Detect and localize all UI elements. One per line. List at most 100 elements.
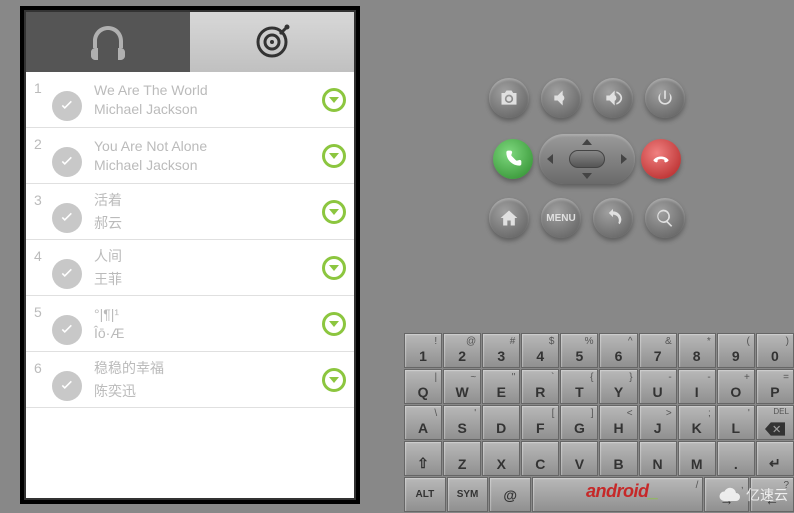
key-q[interactable]: Q|: [404, 369, 442, 404]
key-r[interactable]: R`: [521, 369, 559, 404]
key-c[interactable]: C: [521, 441, 559, 476]
phone-frame: 1 We Are The World Michael Jackson 2 You…: [20, 6, 360, 504]
dpad-right[interactable]: [621, 154, 627, 164]
key-n[interactable]: N: [639, 441, 677, 476]
checkmark-icon[interactable]: [52, 203, 82, 233]
song-item[interactable]: 5 °|¶|¹ Îō·Æ: [26, 296, 354, 352]
key-j[interactable]: J>: [639, 405, 677, 440]
back-button[interactable]: [593, 198, 633, 238]
key-⇧[interactable]: ⇧: [404, 441, 442, 476]
back-icon: [603, 208, 623, 228]
key-g[interactable]: G]: [560, 405, 598, 440]
search-icon: [655, 208, 675, 228]
checkmark-icon[interactable]: [52, 147, 82, 177]
key-h[interactable]: H<: [599, 405, 637, 440]
checkmark-icon[interactable]: [52, 91, 82, 121]
song-title: We Are The World: [94, 82, 322, 98]
key-v[interactable]: V: [560, 441, 598, 476]
key-i[interactable]: I-: [678, 369, 716, 404]
call-button[interactable]: [493, 139, 533, 179]
expand-button[interactable]: [322, 88, 346, 112]
song-info: 稳稳的幸福 陈奕迅: [94, 358, 322, 401]
song-info: 活着 郝云: [94, 190, 322, 233]
dpad-left[interactable]: [547, 154, 553, 164]
key-w[interactable]: W~: [443, 369, 481, 404]
checkmark-icon[interactable]: [52, 371, 82, 401]
camera-button[interactable]: [489, 78, 529, 118]
song-info: You Are Not Alone Michael Jackson: [94, 138, 322, 173]
key-4[interactable]: 4$: [521, 333, 559, 368]
key-x[interactable]: X: [482, 441, 520, 476]
key-1[interactable]: 1!: [404, 333, 442, 368]
key-d[interactable]: D: [482, 405, 520, 440]
song-info: 人间 王菲: [94, 246, 322, 289]
key-t[interactable]: T{: [560, 369, 598, 404]
song-number: 3: [34, 190, 52, 208]
checkmark-icon[interactable]: [52, 259, 82, 289]
song-item[interactable]: 4 人间 王菲: [26, 240, 354, 296]
song-item[interactable]: 2 You Are Not Alone Michael Jackson: [26, 128, 354, 184]
expand-button[interactable]: [322, 312, 346, 336]
volume-up-button[interactable]: [593, 78, 633, 118]
home-button[interactable]: [489, 198, 529, 238]
volume-down-button[interactable]: [541, 78, 581, 118]
menu-button[interactable]: MENU: [541, 198, 581, 238]
dpad-up[interactable]: [582, 139, 592, 145]
key-k[interactable]: K;: [678, 405, 716, 440]
android-brand: android_: [586, 481, 658, 502]
key-o[interactable]: O+: [717, 369, 755, 404]
key-6[interactable]: 6^: [599, 333, 637, 368]
key-p[interactable]: P=: [756, 369, 794, 404]
key-sym[interactable]: SYM: [447, 477, 489, 512]
power-button[interactable]: [645, 78, 685, 118]
song-number: 4: [34, 246, 52, 264]
key-.[interactable]: .: [717, 441, 755, 476]
key-↵[interactable]: ↵: [756, 441, 794, 476]
key-y[interactable]: Y}: [599, 369, 637, 404]
headphones-icon: [88, 24, 128, 60]
dpad[interactable]: [539, 134, 635, 184]
song-title: 人间: [94, 246, 322, 266]
key-7[interactable]: 7&: [639, 333, 677, 368]
key-del[interactable]: DEL: [756, 405, 794, 440]
song-list: 1 We Are The World Michael Jackson 2 You…: [26, 72, 354, 498]
song-item[interactable]: 3 活着 郝云: [26, 184, 354, 240]
hangup-button[interactable]: [641, 139, 681, 179]
expand-button[interactable]: [322, 200, 346, 224]
song-number: 5: [34, 302, 52, 320]
expand-button[interactable]: [322, 368, 346, 392]
dpad-down[interactable]: [582, 173, 592, 179]
key-0[interactable]: 0): [756, 333, 794, 368]
key-5[interactable]: 5%: [560, 333, 598, 368]
key-f[interactable]: F[: [521, 405, 559, 440]
search-button[interactable]: [645, 198, 685, 238]
key-2[interactable]: 2@: [443, 333, 481, 368]
tab-music[interactable]: [26, 12, 190, 72]
song-artist: 郝云: [94, 213, 322, 233]
keyboard-row-2: Q|W~E"R`T{Y}U-I-O+P=: [404, 369, 794, 404]
song-number: 6: [34, 358, 52, 376]
key-b[interactable]: B: [599, 441, 637, 476]
key-a[interactable]: A\: [404, 405, 442, 440]
song-item[interactable]: 6 稳稳的幸福 陈奕迅: [26, 352, 354, 408]
control-row-3: MENU: [380, 198, 794, 238]
dpad-center[interactable]: [569, 150, 605, 168]
key-9[interactable]: 9(: [717, 333, 755, 368]
expand-button[interactable]: [322, 256, 346, 280]
key-alt[interactable]: ALT: [404, 477, 446, 512]
keyboard-row-3: A\S'DF[G]H<J>K;L'DEL: [404, 405, 794, 440]
phone-hangup-icon: [651, 149, 671, 169]
key-u[interactable]: U-: [639, 369, 677, 404]
key-3[interactable]: 3#: [482, 333, 520, 368]
key-at[interactable]: @: [489, 477, 531, 512]
expand-button[interactable]: [322, 144, 346, 168]
key-z[interactable]: Z: [443, 441, 481, 476]
key-l[interactable]: L': [717, 405, 755, 440]
key-m[interactable]: M: [678, 441, 716, 476]
key-s[interactable]: S': [443, 405, 481, 440]
key-8[interactable]: 8*: [678, 333, 716, 368]
key-e[interactable]: E": [482, 369, 520, 404]
tab-target[interactable]: [190, 12, 354, 72]
checkmark-icon[interactable]: [52, 315, 82, 345]
song-item[interactable]: 1 We Are The World Michael Jackson: [26, 72, 354, 128]
